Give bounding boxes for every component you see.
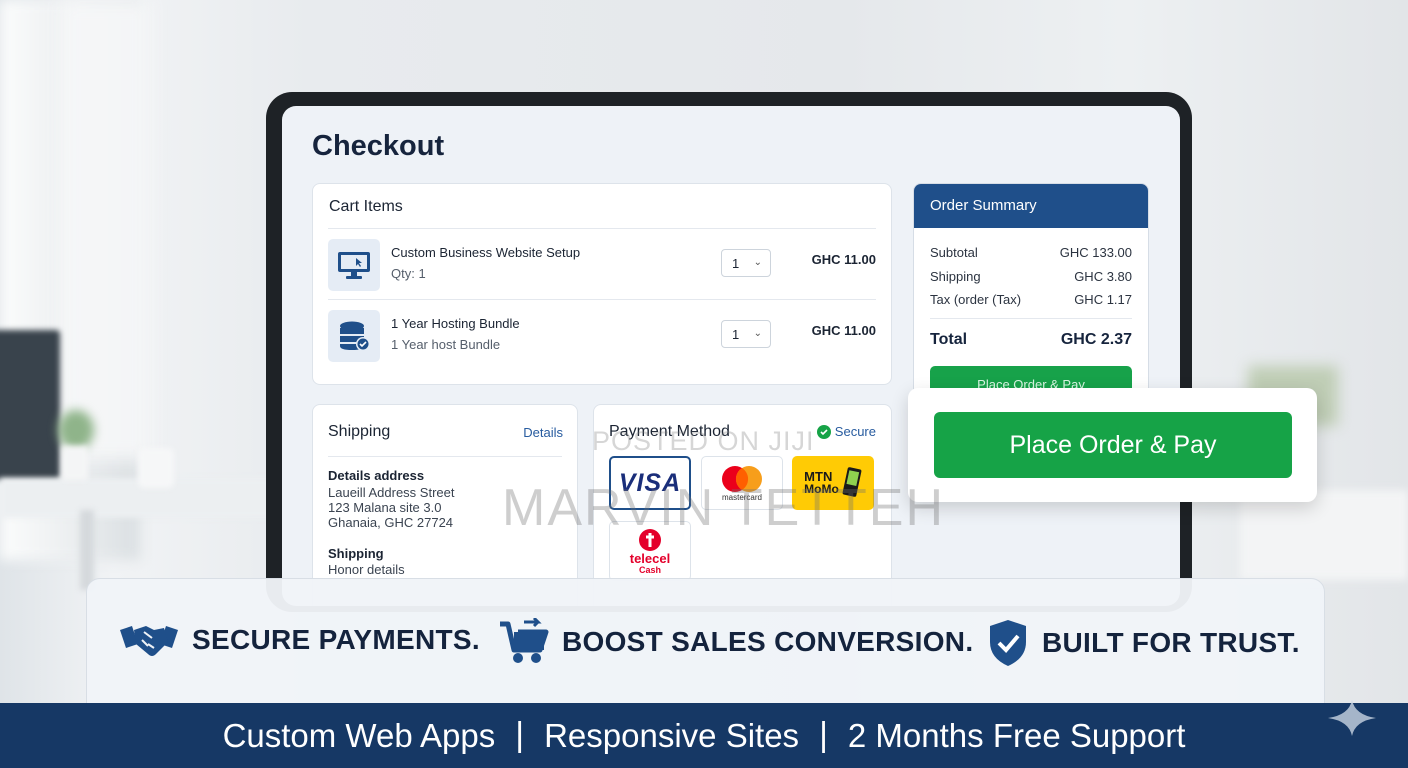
bottom-banner: Custom Web Apps | Responsive Sites | 2 M… — [0, 703, 1408, 768]
cta-card: Place Order & Pay — [908, 388, 1317, 502]
shipping-details-link[interactable]: Details — [523, 425, 563, 440]
summary-label: Shipping — [930, 269, 981, 284]
divider — [328, 299, 876, 300]
background-monitor — [0, 330, 60, 480]
address-line: Ghanaia, GHC 27724 — [328, 515, 454, 530]
shipping-method-label: Shipping — [328, 546, 384, 561]
total-label: Total — [930, 331, 968, 348]
summary-label: Tax (order (Tax) — [930, 292, 1022, 307]
telecel-logo: telecel — [629, 550, 671, 566]
telecel-cash-label: Cash — [638, 564, 661, 575]
quantity-select[interactable]: 1 ⌄ — [721, 249, 771, 277]
background-window-light — [60, 0, 150, 460]
database-icon — [328, 310, 380, 362]
secure-label: Secure — [834, 424, 876, 439]
quantity-value: 1 — [732, 326, 740, 342]
check-circle-icon — [816, 424, 831, 439]
cart-card: Cart Items Custom Business Website Setup… — [312, 183, 892, 385]
handshake-icon — [120, 626, 178, 656]
summary-value: GHC 1.17 — [1074, 292, 1132, 307]
feature-label: BUILT FOR TRUST. — [1042, 627, 1300, 658]
order-summary-heading: Order Summary — [914, 184, 1148, 228]
feature-built-for-trust: BUILT FOR TRUST. — [986, 618, 1300, 668]
cart-item-name: Custom Business Website Setup — [391, 245, 581, 260]
background-right-shelf — [1240, 490, 1408, 580]
summary-label: Subtotal — [930, 245, 978, 260]
page-title: Checkout — [312, 130, 445, 162]
summary-value: GHC 133.00 — [1059, 245, 1132, 260]
address-line: 123 Malana site 3.0 — [328, 500, 442, 515]
address-label: Details address — [328, 468, 425, 483]
address-line: Laueill Address Street — [328, 485, 455, 500]
feature-boost-sales: BOOST SALES CONVERSION. — [498, 618, 973, 666]
cart-item-subtitle: 1 Year host Bundle — [391, 337, 501, 352]
shipping-method-value: Honor details — [328, 562, 405, 577]
feature-secure-payments: SECURE PAYMENTS. — [118, 618, 480, 662]
quantity-select[interactable]: 1 ⌄ — [721, 320, 771, 348]
feature-label: SECURE PAYMENTS. — [192, 624, 480, 655]
summary-value: GHC 3.80 — [1074, 269, 1132, 284]
cart-item-subtitle: Qty: 1 — [391, 266, 426, 281]
background-plant — [58, 410, 94, 450]
place-order-button[interactable]: Place Order & Pay — [934, 412, 1292, 478]
background-pot — [62, 446, 88, 480]
secure-badge: Secure — [816, 424, 876, 439]
shield-check-icon — [990, 620, 1026, 666]
summary-total-row: Total GHC 2.37 — [930, 331, 1132, 349]
banner-item: 2 Months Free Support — [847, 716, 1186, 754]
summary-row: Tax (order (Tax) GHC 1.17 — [930, 292, 1132, 307]
divider — [328, 456, 562, 457]
summary-row: Subtotal GHC 133.00 — [930, 245, 1132, 260]
cart-item-name: 1 Year Hosting Bundle — [391, 316, 520, 331]
background-desk-leg — [80, 510, 94, 590]
cart-icon — [500, 618, 549, 663]
divider — [328, 228, 876, 229]
feature-label: BOOST SALES CONVERSION. — [562, 626, 974, 657]
chevron-down-icon: ⌄ — [753, 257, 762, 268]
banner-separator: | — [515, 716, 525, 754]
cart-item-price: GHC 11.00 — [811, 323, 876, 338]
order-summary-card: Order Summary Subtotal GHC 133.00 Shippi… — [913, 183, 1149, 405]
banner-item: Responsive Sites — [544, 716, 800, 754]
chevron-down-icon: ⌄ — [753, 328, 762, 339]
banner-item: Custom Web Apps — [222, 716, 496, 754]
divider — [930, 318, 1132, 319]
sparkle-icon — [1328, 700, 1376, 736]
banner-separator: | — [819, 716, 828, 754]
quantity-value: 1 — [732, 255, 740, 271]
background-cup — [138, 448, 174, 488]
cart-item-price: GHC 11.00 — [811, 252, 876, 267]
total-value: GHC 2.37 — [1060, 331, 1132, 348]
shipping-heading: Shipping — [328, 423, 391, 440]
monitor-icon — [328, 239, 380, 291]
summary-row: Shipping GHC 3.80 — [930, 269, 1132, 284]
watermark-posted: POSTED ON JIJI — [592, 426, 815, 456]
cart-heading: Cart Items — [329, 198, 403, 215]
watermark-name: MARVIN TETTEH — [502, 479, 946, 537]
